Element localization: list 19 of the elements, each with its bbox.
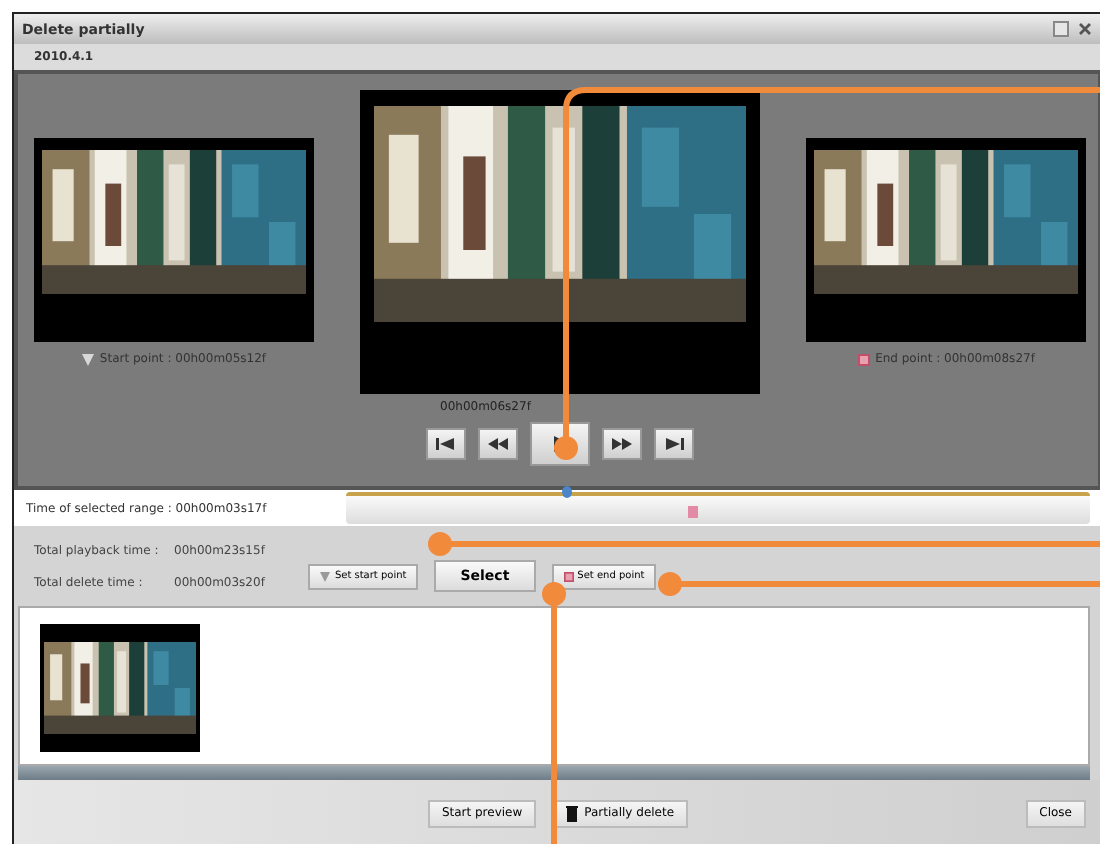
skip-start-icon [434, 434, 458, 454]
restore-icon[interactable] [1052, 20, 1070, 38]
trash-icon [566, 805, 579, 821]
start-marker-icon [81, 353, 94, 365]
prev-button[interactable] [478, 428, 518, 460]
end-marker-icon [857, 353, 870, 365]
skip-end-icon [662, 434, 686, 454]
rewind-icon [486, 434, 510, 454]
last-button[interactable] [654, 428, 694, 460]
clip-thumbnail[interactable] [40, 624, 200, 752]
close-icon[interactable] [1076, 20, 1094, 38]
next-button[interactable] [602, 428, 642, 460]
fast-forward-icon [610, 434, 634, 454]
scrollbar[interactable] [18, 766, 1090, 780]
end-marker-icon [563, 571, 574, 581]
first-button[interactable] [426, 428, 466, 460]
end-handle[interactable] [688, 506, 699, 518]
start-handle[interactable] [561, 486, 572, 498]
start-marker-icon [320, 571, 331, 581]
